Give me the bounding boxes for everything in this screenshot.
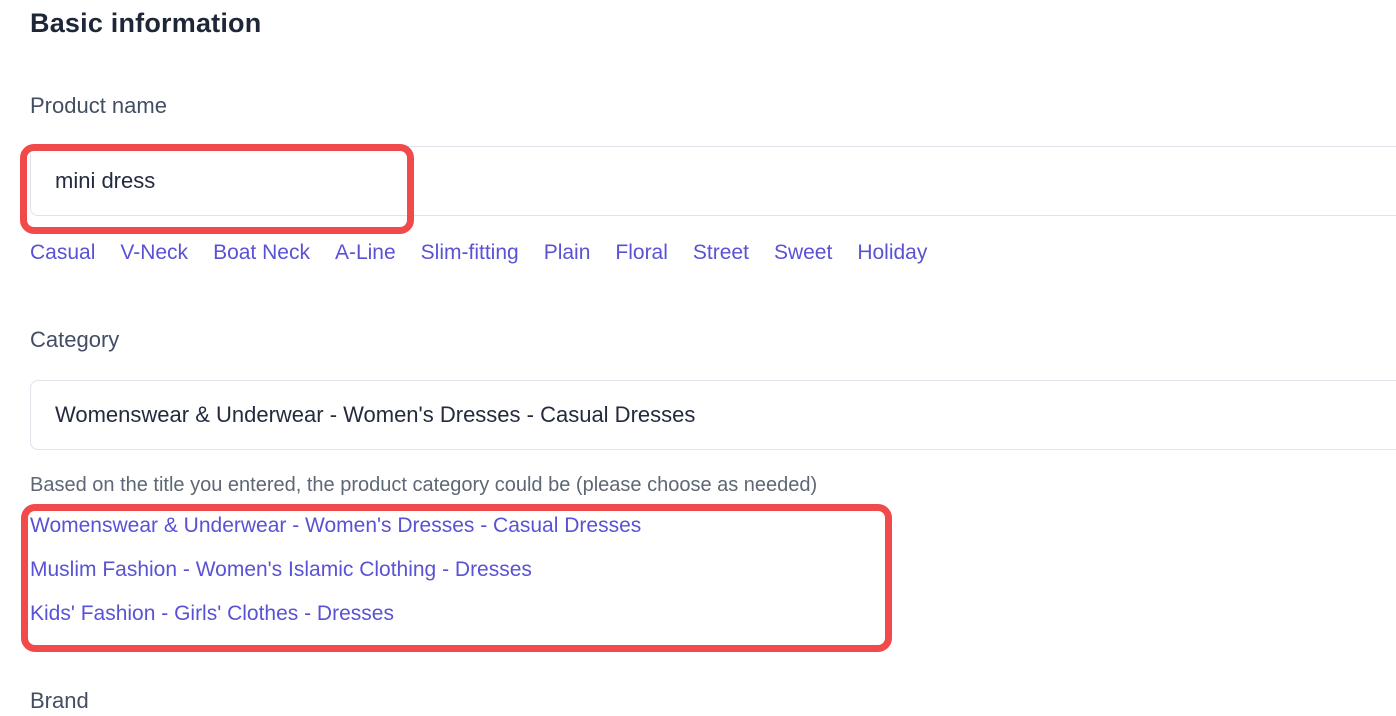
basic-information-form: Basic information Product name Casual V-…	[0, 8, 1396, 716]
category-suggestions-list: Womenswear & Underwear - Women's Dresses…	[30, 504, 1396, 636]
page-title: Basic information	[30, 8, 1396, 38]
keyword-suggestions-row: Casual V-Neck Boat Neck A-Line Slim-fitt…	[30, 240, 1396, 266]
brand-label: Brand	[30, 688, 1396, 714]
keyword-link-boat-neck[interactable]: Boat Neck	[213, 240, 310, 266]
category-select[interactable]: Womenswear & Underwear - Women's Dresses…	[30, 380, 1396, 450]
category-suggestion-muslim-fashion[interactable]: Muslim Fashion - Women's Islamic Clothin…	[30, 548, 1396, 592]
keyword-link-v-neck[interactable]: V-Neck	[120, 240, 188, 266]
product-name-label: Product name	[30, 93, 1396, 119]
keyword-link-slim-fitting[interactable]: Slim-fitting	[421, 240, 519, 266]
keyword-link-sweet[interactable]: Sweet	[774, 240, 832, 266]
product-name-input[interactable]	[30, 146, 1396, 216]
keyword-link-floral[interactable]: Floral	[615, 240, 668, 266]
category-hint-text: Based on the title you entered, the prod…	[30, 473, 1396, 498]
keyword-link-a-line[interactable]: A-Line	[335, 240, 396, 266]
keyword-link-plain[interactable]: Plain	[544, 240, 591, 266]
category-suggestion-kids-fashion[interactable]: Kids' Fashion - Girls' Clothes - Dresses	[30, 592, 1396, 636]
category-label: Category	[30, 327, 1396, 353]
keyword-link-casual[interactable]: Casual	[30, 240, 95, 266]
keyword-link-holiday[interactable]: Holiday	[857, 240, 927, 266]
keyword-link-street[interactable]: Street	[693, 240, 749, 266]
category-suggestion-womenswear[interactable]: Womenswear & Underwear - Women's Dresses…	[30, 504, 1396, 548]
category-selected-value: Womenswear & Underwear - Women's Dresses…	[55, 402, 695, 428]
